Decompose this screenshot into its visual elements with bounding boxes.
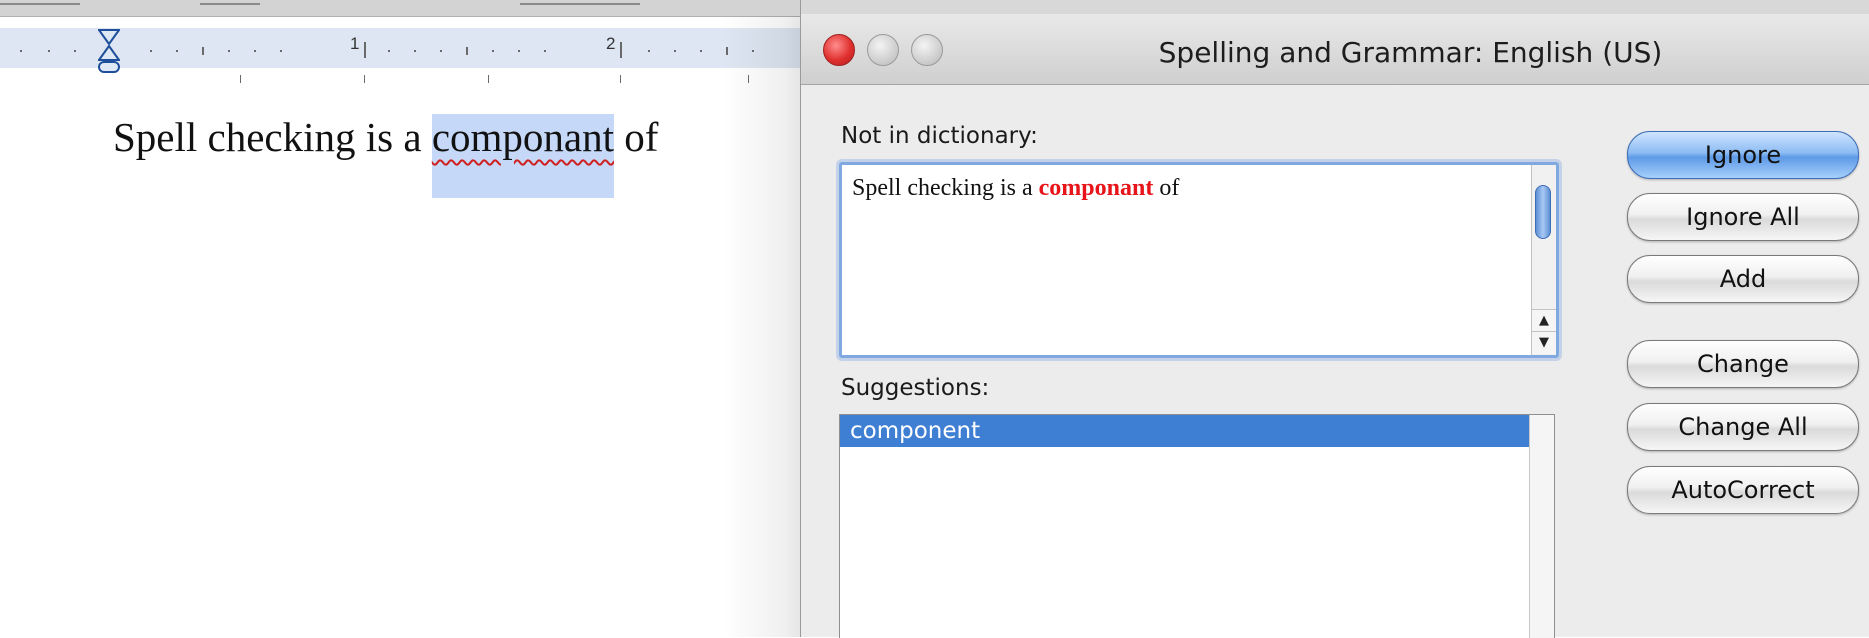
spelling-grammar-dialog: Spelling and Grammar: English (US) Not i… <box>800 0 1869 638</box>
ignore-button[interactable]: Ignore <box>1627 131 1859 179</box>
misspelled-word-highlight[interactable]: componant <box>431 114 614 198</box>
change-all-button[interactable]: Change All <box>1627 403 1859 451</box>
scroll-up-arrow-icon[interactable]: ▲ <box>1532 309 1556 332</box>
context-scrollbar[interactable]: ▲ ▼ <box>1531 165 1556 355</box>
flagged-word: componant <box>1038 175 1154 201</box>
scroll-down-arrow-icon[interactable]: ▼ <box>1532 331 1556 354</box>
ruler-mark-1: 1 <box>350 34 360 53</box>
context-sentence: Spell checking is a componant of <box>852 175 1179 202</box>
document-text-after: of <box>614 114 659 160</box>
close-window-icon[interactable] <box>823 34 855 66</box>
ruler-mark-2: 2 <box>606 34 616 53</box>
context-before: Spell checking is a <box>852 175 1039 201</box>
context-after: of <box>1153 175 1180 201</box>
dialog-top-strip <box>801 0 1869 15</box>
not-in-dictionary-textbox[interactable]: Spell checking is a componant of ▲ ▼ <box>839 162 1559 358</box>
dialog-titlebar[interactable]: Spelling and Grammar: English (US) <box>801 14 1869 85</box>
list-item[interactable]: component <box>840 415 1530 447</box>
indent-marker-icon[interactable] <box>98 29 120 85</box>
autocorrect-button[interactable]: AutoCorrect <box>1627 466 1859 514</box>
toolbar-strip <box>0 0 800 17</box>
document-body-text[interactable]: Spell checking is a componant of <box>113 113 659 198</box>
add-button[interactable]: Add <box>1627 255 1859 303</box>
suggestions-scrollbar[interactable] <box>1529 415 1554 638</box>
document-area: 1 2 Spell checking is a componant of <box>0 0 800 637</box>
scroll-thumb[interactable] <box>1535 185 1551 239</box>
zoom-window-icon[interactable] <box>911 34 943 66</box>
suggestions-label: Suggestions: <box>841 375 990 401</box>
document-text-before: Spell checking is a <box>113 114 432 160</box>
suggestions-list[interactable]: component <box>839 414 1555 638</box>
not-in-dictionary-label: Not in dictionary: <box>841 123 1038 149</box>
minimize-window-icon[interactable] <box>867 34 899 66</box>
dialog-title: Spelling and Grammar: English (US) <box>1158 36 1663 69</box>
change-button[interactable]: Change <box>1627 340 1859 388</box>
window-edge-shadow <box>722 16 800 637</box>
ignore-all-button[interactable]: Ignore All <box>1627 193 1859 241</box>
horizontal-ruler[interactable]: 1 2 <box>0 28 800 84</box>
suggestion-text: component <box>850 418 981 444</box>
